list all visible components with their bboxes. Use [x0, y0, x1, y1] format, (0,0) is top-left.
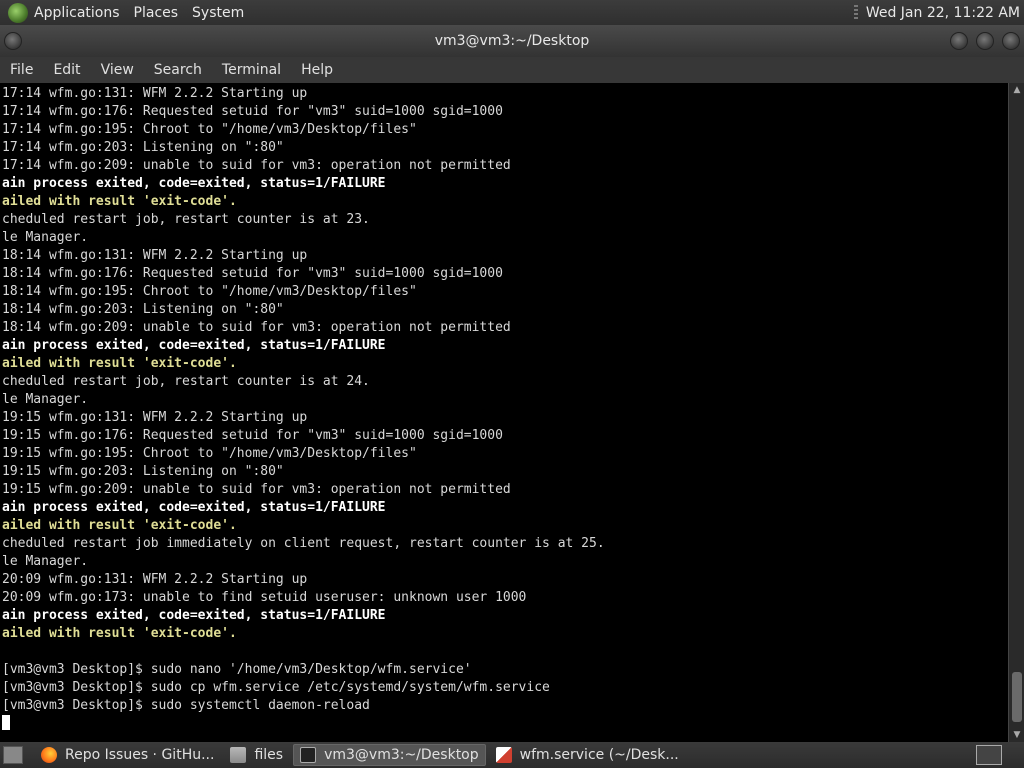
terminal-line: 19:15 wfm.go:131: WFM 2.2.2 Starting up [2, 410, 308, 425]
task-firefox[interactable]: Repo Issues · GitHu... [35, 744, 220, 766]
menu-bar: File Edit View Search Terminal Help [0, 57, 1024, 83]
window-menu-button[interactable] [4, 32, 22, 50]
distro-logo-icon[interactable] [8, 2, 28, 23]
terminal-line: 17:14 wfm.go:176: Requested setuid for "… [2, 104, 503, 119]
window-title: vm3@vm3:~/Desktop [434, 33, 590, 49]
minimize-button[interactable] [950, 32, 968, 50]
terminal-icon [300, 747, 317, 763]
terminal-line: 18:14 wfm.go:176: Requested setuid for "… [2, 266, 503, 281]
menu-view[interactable]: View [101, 62, 134, 78]
terminal-line: 18:14 wfm.go:131: WFM 2.2.2 Starting up [2, 248, 308, 263]
text-cursor [2, 715, 10, 730]
scrollbar-thumb[interactable] [1012, 672, 1022, 722]
terminal-line: 17:14 wfm.go:209: unable to suid for vm3… [2, 158, 511, 173]
task-label: files [254, 747, 284, 763]
terminal-line: [vm3@vm3 Desktop]$ sudo systemctl daemon… [2, 698, 370, 713]
workspace-switcher-icon[interactable] [976, 745, 1002, 765]
terminal-line: le Manager. [2, 392, 89, 407]
terminal-line: 18:14 wfm.go:209: unable to suid for vm3… [2, 320, 511, 335]
terminal-line: 18:14 wfm.go:195: Chroot to "/home/vm3/D… [2, 284, 417, 299]
top-panel: Applications Places System Wed Jan 22, 1… [0, 0, 1024, 25]
terminal-line: le Manager. [2, 230, 89, 245]
clock[interactable]: Wed Jan 22, 11:22 AM [866, 5, 1020, 21]
close-button[interactable] [1002, 32, 1020, 50]
terminal-line: 20:09 wfm.go:173: unable to find setuid … [2, 590, 527, 605]
terminal-line: 17:14 wfm.go:203: Listening on ":80" [2, 140, 284, 155]
terminal-line: ailed with result 'exit-code'. [2, 518, 237, 533]
folder-icon [230, 747, 247, 763]
terminal-line: 19:15 wfm.go:176: Requested setuid for "… [2, 428, 503, 443]
terminal-line: 18:14 wfm.go:203: Listening on ":80" [2, 302, 284, 317]
task-files[interactable]: files [224, 744, 289, 766]
terminal-line: cheduled restart job, restart counter is… [2, 374, 370, 389]
task-label: vm3@vm3:~/Desktop [324, 747, 479, 763]
menu-edit[interactable]: Edit [53, 62, 80, 78]
scroll-up-icon[interactable]: ▲ [1009, 83, 1024, 97]
menu-search[interactable]: Search [154, 62, 202, 78]
terminal-line: cheduled restart job, restart counter is… [2, 212, 370, 227]
firefox-icon [41, 747, 57, 763]
menu-help[interactable]: Help [301, 62, 333, 78]
terminal-line: ailed with result 'exit-code'. [2, 626, 237, 641]
terminal-line: cheduled restart job immediately on clie… [2, 536, 605, 551]
terminal-output[interactable]: 17:14 wfm.go:131: WFM 2.2.2 Starting up 1… [0, 83, 1008, 742]
system-menu[interactable]: System [192, 5, 244, 21]
maximize-button[interactable] [976, 32, 994, 50]
terminal-line: 17:14 wfm.go:195: Chroot to "/home/vm3/D… [2, 122, 417, 137]
terminal-scrollbar[interactable]: ▲ ▼ [1008, 83, 1024, 742]
text-editor-icon [495, 747, 512, 763]
scroll-down-icon[interactable]: ▼ [1009, 728, 1024, 742]
window-title-bar[interactable]: vm3@vm3:~/Desktop [0, 25, 1024, 57]
terminal-line: [vm3@vm3 Desktop]$ sudo cp wfm.service /… [2, 680, 550, 695]
terminal-line: ailed with result 'exit-code'. [2, 194, 237, 209]
terminal-line: 17:14 wfm.go:131: WFM 2.2.2 Starting up [2, 86, 308, 101]
terminal-line: ain process exited, code=exited, status=… [2, 500, 386, 515]
taskbar: Repo Issues · GitHu... files vm3@vm3:~/D… [0, 742, 1024, 768]
terminal-line: 19:15 wfm.go:203: Listening on ":80" [2, 464, 284, 479]
terminal-line: ain process exited, code=exited, status=… [2, 608, 386, 623]
menu-terminal[interactable]: Terminal [222, 62, 281, 78]
applications-menu[interactable]: Applications [34, 5, 120, 21]
task-label: Repo Issues · GitHu... [65, 747, 215, 763]
terminal-line: ailed with result 'exit-code'. [2, 356, 237, 371]
task-label: wfm.service (~/Desk... [519, 747, 679, 763]
terminal-line: 19:15 wfm.go:195: Chroot to "/home/vm3/D… [2, 446, 417, 461]
places-menu[interactable]: Places [134, 5, 179, 21]
task-text-editor[interactable]: wfm.service (~/Desk... [490, 744, 685, 766]
terminal-line: 19:15 wfm.go:209: unable to suid for vm3… [2, 482, 511, 497]
terminal-prompt-line[interactable] [2, 715, 1008, 733]
terminal-line: le Manager. [2, 554, 89, 569]
show-desktop-icon[interactable] [3, 746, 23, 764]
terminal-line: ain process exited, code=exited, status=… [2, 338, 386, 353]
menu-file[interactable]: File [10, 62, 33, 78]
terminal-line: 20:09 wfm.go:131: WFM 2.2.2 Starting up [2, 572, 308, 587]
terminal-line: [vm3@vm3 Desktop]$ sudo nano '/home/vm3/… [2, 662, 472, 677]
panel-grip-icon [853, 4, 858, 21]
task-terminal[interactable]: vm3@vm3:~/Desktop [293, 744, 486, 766]
terminal-line: ain process exited, code=exited, status=… [2, 176, 386, 191]
